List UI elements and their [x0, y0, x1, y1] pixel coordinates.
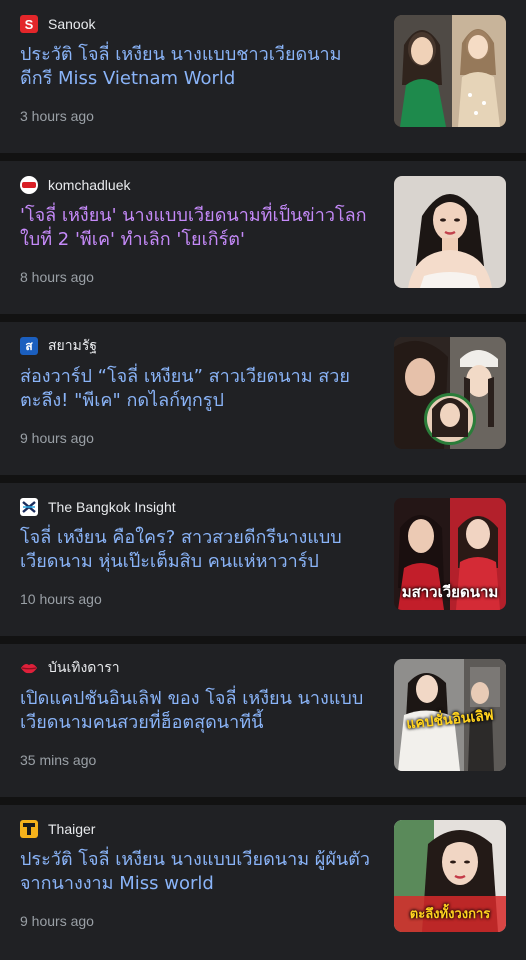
- news-card[interactable]: S Sanook ประวัติ โจลี่ เหงียน นางแบบชาวเ…: [0, 0, 526, 161]
- thumbnail-image[interactable]: [394, 15, 506, 127]
- source-name: komchadluek: [48, 177, 131, 193]
- headline-link[interactable]: ประวัติ โจลี่ เหงียน นางแบบเวียดนาม ผู้ผ…: [20, 848, 372, 896]
- source-name: Sanook: [48, 16, 96, 32]
- news-card[interactable]: komchadluek 'โจลี่ เหงียน' นางแบบเวียดนา…: [0, 161, 526, 322]
- headline-link[interactable]: ส่องวาร์ป “โจลี่ เหงียน” สาวเวียดนาม สวย…: [20, 365, 372, 413]
- source-row: komchadluek: [20, 175, 131, 195]
- thumbnail-caption: ตะลึงทั้งวงการ: [409, 907, 491, 922]
- thumbnail-image[interactable]: แคปชั่นอินเลิฟ: [394, 659, 506, 771]
- lips-logo-icon: [20, 659, 38, 677]
- timestamp: 9 hours ago: [20, 430, 94, 446]
- thaiger-logo-icon: [20, 820, 38, 838]
- source-name: Thaiger: [48, 821, 96, 837]
- timestamp: 3 hours ago: [20, 108, 94, 124]
- source-name: สยามรัฐ: [48, 337, 98, 353]
- thumbnail-image[interactable]: มสาวเวียดนาม: [394, 498, 506, 610]
- headline-link[interactable]: ประวัติ โจลี่ เหงียน นางแบบชาวเวียดนาม ด…: [20, 43, 372, 91]
- source-row: The Bangkok Insight: [20, 497, 176, 517]
- thumbnail-caption: มสาวเวียดนาม: [401, 583, 499, 601]
- source-row: บันเทิงดารา: [20, 658, 120, 678]
- headline-link[interactable]: โจลี่ เหงียน คือใคร? สาวสวยดีกรีนางแบบเว…: [20, 526, 372, 574]
- news-card[interactable]: บันเทิงดารา เปิดแคปชันอินเลิฟ ของ โจลี่ …: [0, 644, 526, 805]
- thumbnail-image[interactable]: [394, 337, 506, 449]
- siamrath-logo-icon: ส: [20, 337, 38, 355]
- source-row: Thaiger: [20, 819, 95, 839]
- source-row: S Sanook: [20, 14, 95, 34]
- headline-link[interactable]: 'โจลี่ เหงียน' นางแบบเวียดนามที่เป็นข่าว…: [20, 204, 372, 252]
- source-name: บันเทิงดารา: [48, 659, 120, 675]
- timestamp: 8 hours ago: [20, 269, 94, 285]
- source-row: ส สยามรัฐ: [20, 336, 97, 356]
- news-card[interactable]: The Bangkok Insight โจลี่ เหงียน คือใคร?…: [0, 483, 526, 644]
- bangkok-insight-logo-icon: [20, 498, 38, 516]
- sanook-logo-icon: S: [20, 15, 38, 33]
- headline-link[interactable]: เปิดแคปชันอินเลิฟ ของ โจลี่ เหงียน นางแบ…: [20, 687, 372, 735]
- source-name: The Bangkok Insight: [48, 499, 176, 515]
- komchadluek-logo-icon: [20, 176, 38, 194]
- timestamp: 9 hours ago: [20, 913, 94, 929]
- timestamp: 35 mins ago: [20, 752, 97, 768]
- thumbnail-image[interactable]: ตะลึงทั้งวงการ: [394, 820, 506, 932]
- news-card[interactable]: Thaiger ประวัติ โจลี่ เหงียน นางแบบเวียด…: [0, 805, 526, 960]
- news-feed: S Sanook ประวัติ โจลี่ เหงียน นางแบบชาวเ…: [0, 0, 526, 960]
- timestamp: 10 hours ago: [20, 591, 102, 607]
- thumbnail-image[interactable]: [394, 176, 506, 288]
- news-card[interactable]: ส สยามรัฐ ส่องวาร์ป “โจลี่ เหงียน” สาวเว…: [0, 322, 526, 483]
